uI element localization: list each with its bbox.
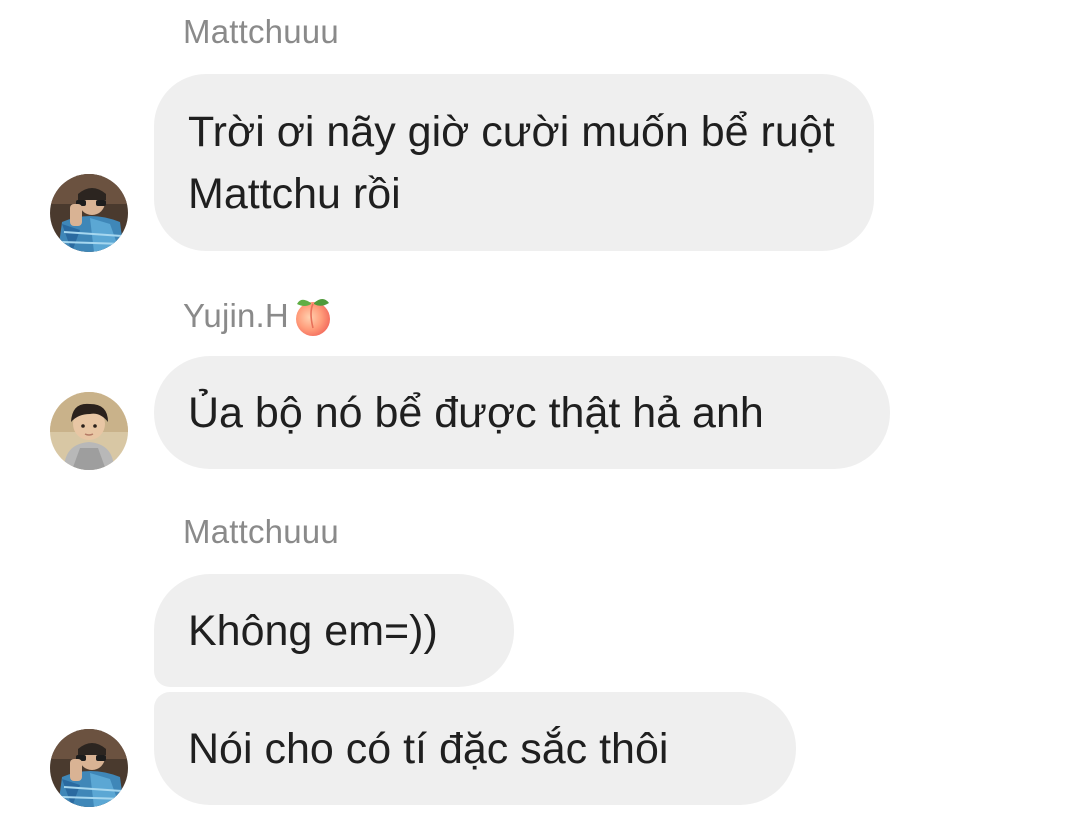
message-bubble[interactable]: Nói cho có tí đặc sắc thôi [154, 692, 796, 805]
sender-name-text: Yujin.H [183, 297, 289, 334]
sender-name: Mattchuuu [183, 513, 339, 550]
avatar-photo-icon [50, 729, 128, 807]
message-text: Ủa bộ nó bể được thật hả anh [188, 388, 764, 437]
avatar[interactable] [50, 392, 128, 470]
message-bubble[interactable]: Trời ơi nãy giờ cười muốn bể ruột Mattch… [154, 74, 874, 251]
message-text: Không em=)) [188, 606, 438, 655]
sender-name: Mattchuuu [183, 13, 339, 50]
avatar-photo-icon [50, 392, 128, 470]
avatar[interactable] [50, 174, 128, 252]
avatar-photo-icon [50, 174, 128, 252]
message-text: Nói cho có tí đặc sắc thôi [188, 724, 669, 773]
message-bubble[interactable]: Không em=)) [154, 574, 514, 687]
peach-emoji-icon [295, 299, 330, 336]
avatar[interactable] [50, 729, 128, 807]
message-text: Trời ơi nãy giờ cười muốn bể ruột Mattch… [188, 108, 835, 218]
sender-name: Yujin.H [183, 294, 335, 338]
message-bubble[interactable]: Ủa bộ nó bể được thật hả anh [154, 356, 890, 469]
